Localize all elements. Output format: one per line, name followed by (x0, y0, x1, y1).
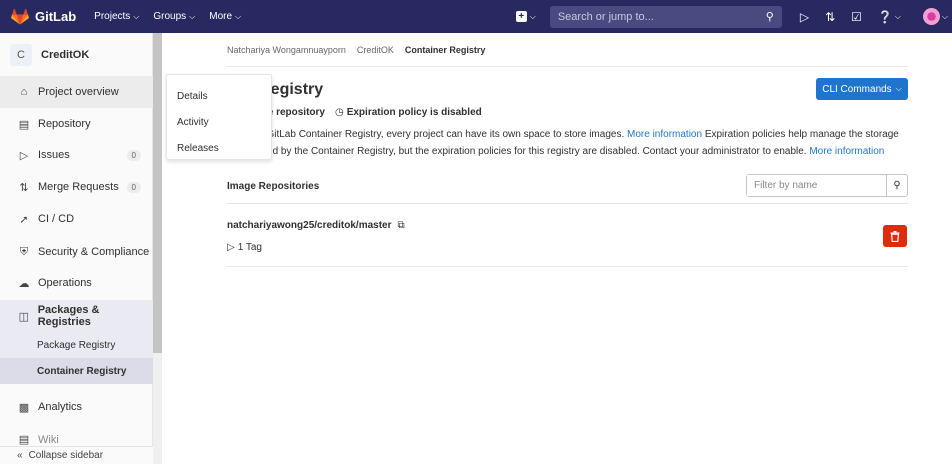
sidebar-item-project-overview[interactable]: ⌂ Project overview (0, 76, 153, 108)
trash-icon (890, 230, 900, 242)
sidebar-item-operations[interactable]: ☁ Operations (0, 267, 153, 299)
tanuki-icon (11, 8, 29, 24)
chevron-down-icon: ⌵ (189, 11, 196, 21)
issues-count-badge: 0 (126, 149, 141, 161)
repository-name-link[interactable]: natchariyawong25/creditok/master ⧉ (227, 220, 405, 231)
flyout-item-activity[interactable]: Activity (167, 109, 271, 135)
merge-request-icon: ⇅ (19, 181, 29, 194)
filter-box[interactable]: ⚲ (746, 174, 908, 197)
help-icon: ❔ (877, 9, 893, 24)
flyout-item-releases[interactable]: Releases (167, 135, 271, 161)
sidebar-item-repository[interactable]: ▤ Repository (0, 108, 153, 140)
project-avatar: C (10, 44, 32, 66)
groups-menu[interactable]: Groups ⌵ (153, 11, 195, 22)
sidebar-subitem-container-registry[interactable]: Container Registry (0, 358, 153, 384)
issues-nav-button[interactable]: ▷ (800, 10, 809, 24)
home-icon: ⌂ (20, 86, 28, 98)
project-overview-flyout: Details Activity Releases (166, 74, 272, 160)
todo-check-icon: ☑ (851, 9, 862, 24)
project-name: CreditOK (41, 49, 90, 61)
chevron-down-icon: ⌵ (529, 11, 536, 21)
chevron-down-icon: ⌵ (235, 11, 242, 21)
shield-icon: ⛨ (19, 245, 29, 258)
sidebar-item-analytics[interactable]: ▩ Analytics (0, 391, 153, 423)
chart-icon: ▩ (18, 401, 30, 414)
breadcrumb-project[interactable]: CreditOK (357, 45, 394, 55)
divider (227, 266, 908, 267)
delete-repository-button[interactable] (883, 225, 907, 247)
top-navbar: GitLab Projects⌵ Groups⌵ More⌵ + ⌵ ⚲ ▷ ⇅… (0, 0, 952, 33)
image-repositories-heading: Image Repositories (227, 181, 320, 192)
expire-clock-icon: ◷ (334, 107, 344, 118)
merge-requests-nav-button[interactable]: ⇅ (825, 10, 835, 24)
flyout-item-details[interactable]: Details (167, 83, 271, 109)
chevron-down-icon: ⌵ (894, 11, 901, 21)
divider (227, 66, 908, 67)
package-icon: ◫ (18, 310, 30, 323)
divider (227, 203, 908, 204)
brand-name: GitLab (35, 9, 77, 24)
breadcrumb-user[interactable]: Natchariya Wongamnuayporn (227, 45, 346, 55)
avatar (922, 8, 940, 25)
registry-description: With the GitLab Container Registry, ever… (227, 129, 899, 157)
tag-count: ▷ 1 Tag (227, 242, 262, 253)
chevron-down-icon: ⌵ (895, 84, 902, 93)
more-menu[interactable]: More ⌵ (209, 11, 241, 22)
expiration-status: ◷ Expiration policy is disabled (334, 107, 482, 118)
issues-icon: ▷ (799, 9, 810, 24)
sidebar-item-ci-cd[interactable]: ➚ CI / CD (0, 203, 153, 235)
sidebar-item-issues[interactable]: ▷ Issues 0 (0, 139, 153, 171)
search-icon: ⚲ (765, 11, 774, 23)
projects-menu[interactable]: Projects ⌵ (94, 11, 139, 22)
filter-input[interactable] (747, 175, 886, 196)
copy-icon[interactable]: ⧉ (398, 220, 405, 231)
breadcrumb: Natchariya Wongamnuayporn CreditOK Conta… (227, 45, 485, 55)
sidebar-item-merge-requests[interactable]: ⇅ Merge Requests 0 (0, 171, 153, 203)
issues-icon: ▷ (19, 149, 29, 162)
search-icon[interactable]: ⚲ (886, 175, 907, 196)
merge-request-icon: ⇅ (825, 9, 836, 24)
collapse-sidebar-button[interactable]: « Collapse sidebar (0, 446, 153, 464)
plus-square-icon: + (515, 11, 527, 22)
sidebar-item-packages-registries[interactable]: ◫ Packages & Registries (0, 300, 153, 332)
todos-nav-button[interactable]: ☑ (851, 10, 862, 24)
breadcrumb-current[interactable]: Container Registry (405, 45, 486, 55)
sidebar-item-security-compliance[interactable]: ⛨ Security & Compliance (0, 236, 153, 268)
search-box[interactable]: ⚲ (549, 5, 782, 28)
chevron-down-icon: ⌵ (133, 11, 140, 21)
tag-icon: ▷ (227, 242, 235, 253)
sidebar-scrollbar-thumb[interactable] (153, 33, 162, 353)
double-chevron-left-icon: « (17, 450, 23, 461)
sidebar-item-wiki[interactable]: ▤ Wiki (0, 424, 153, 446)
cli-commands-button[interactable]: CLI Commands ⌵ (816, 78, 908, 100)
more-information-link[interactable]: More information (627, 129, 702, 140)
more-information-link-2[interactable]: More information (809, 146, 884, 157)
rocket-icon: ➚ (19, 213, 29, 226)
cloud-icon: ☁ (18, 277, 30, 290)
new-item-button[interactable]: + ⌵ (515, 11, 536, 22)
sidebar-subitem-package-registry[interactable]: Package Registry (0, 332, 153, 358)
document-icon: ▤ (18, 118, 30, 131)
chevron-down-icon: ⌵ (941, 11, 948, 21)
user-menu-button[interactable]: ⌵ (917, 8, 948, 25)
search-input[interactable] (557, 10, 766, 23)
help-menu-button[interactable]: ❔ ⌵ (878, 10, 901, 24)
gitlab-logo[interactable]: GitLab (11, 8, 94, 25)
book-icon: ▤ (18, 434, 30, 446)
sidebar-project-header[interactable]: C CreditOK (0, 33, 152, 78)
merge-requests-count-badge: 0 (126, 181, 141, 193)
